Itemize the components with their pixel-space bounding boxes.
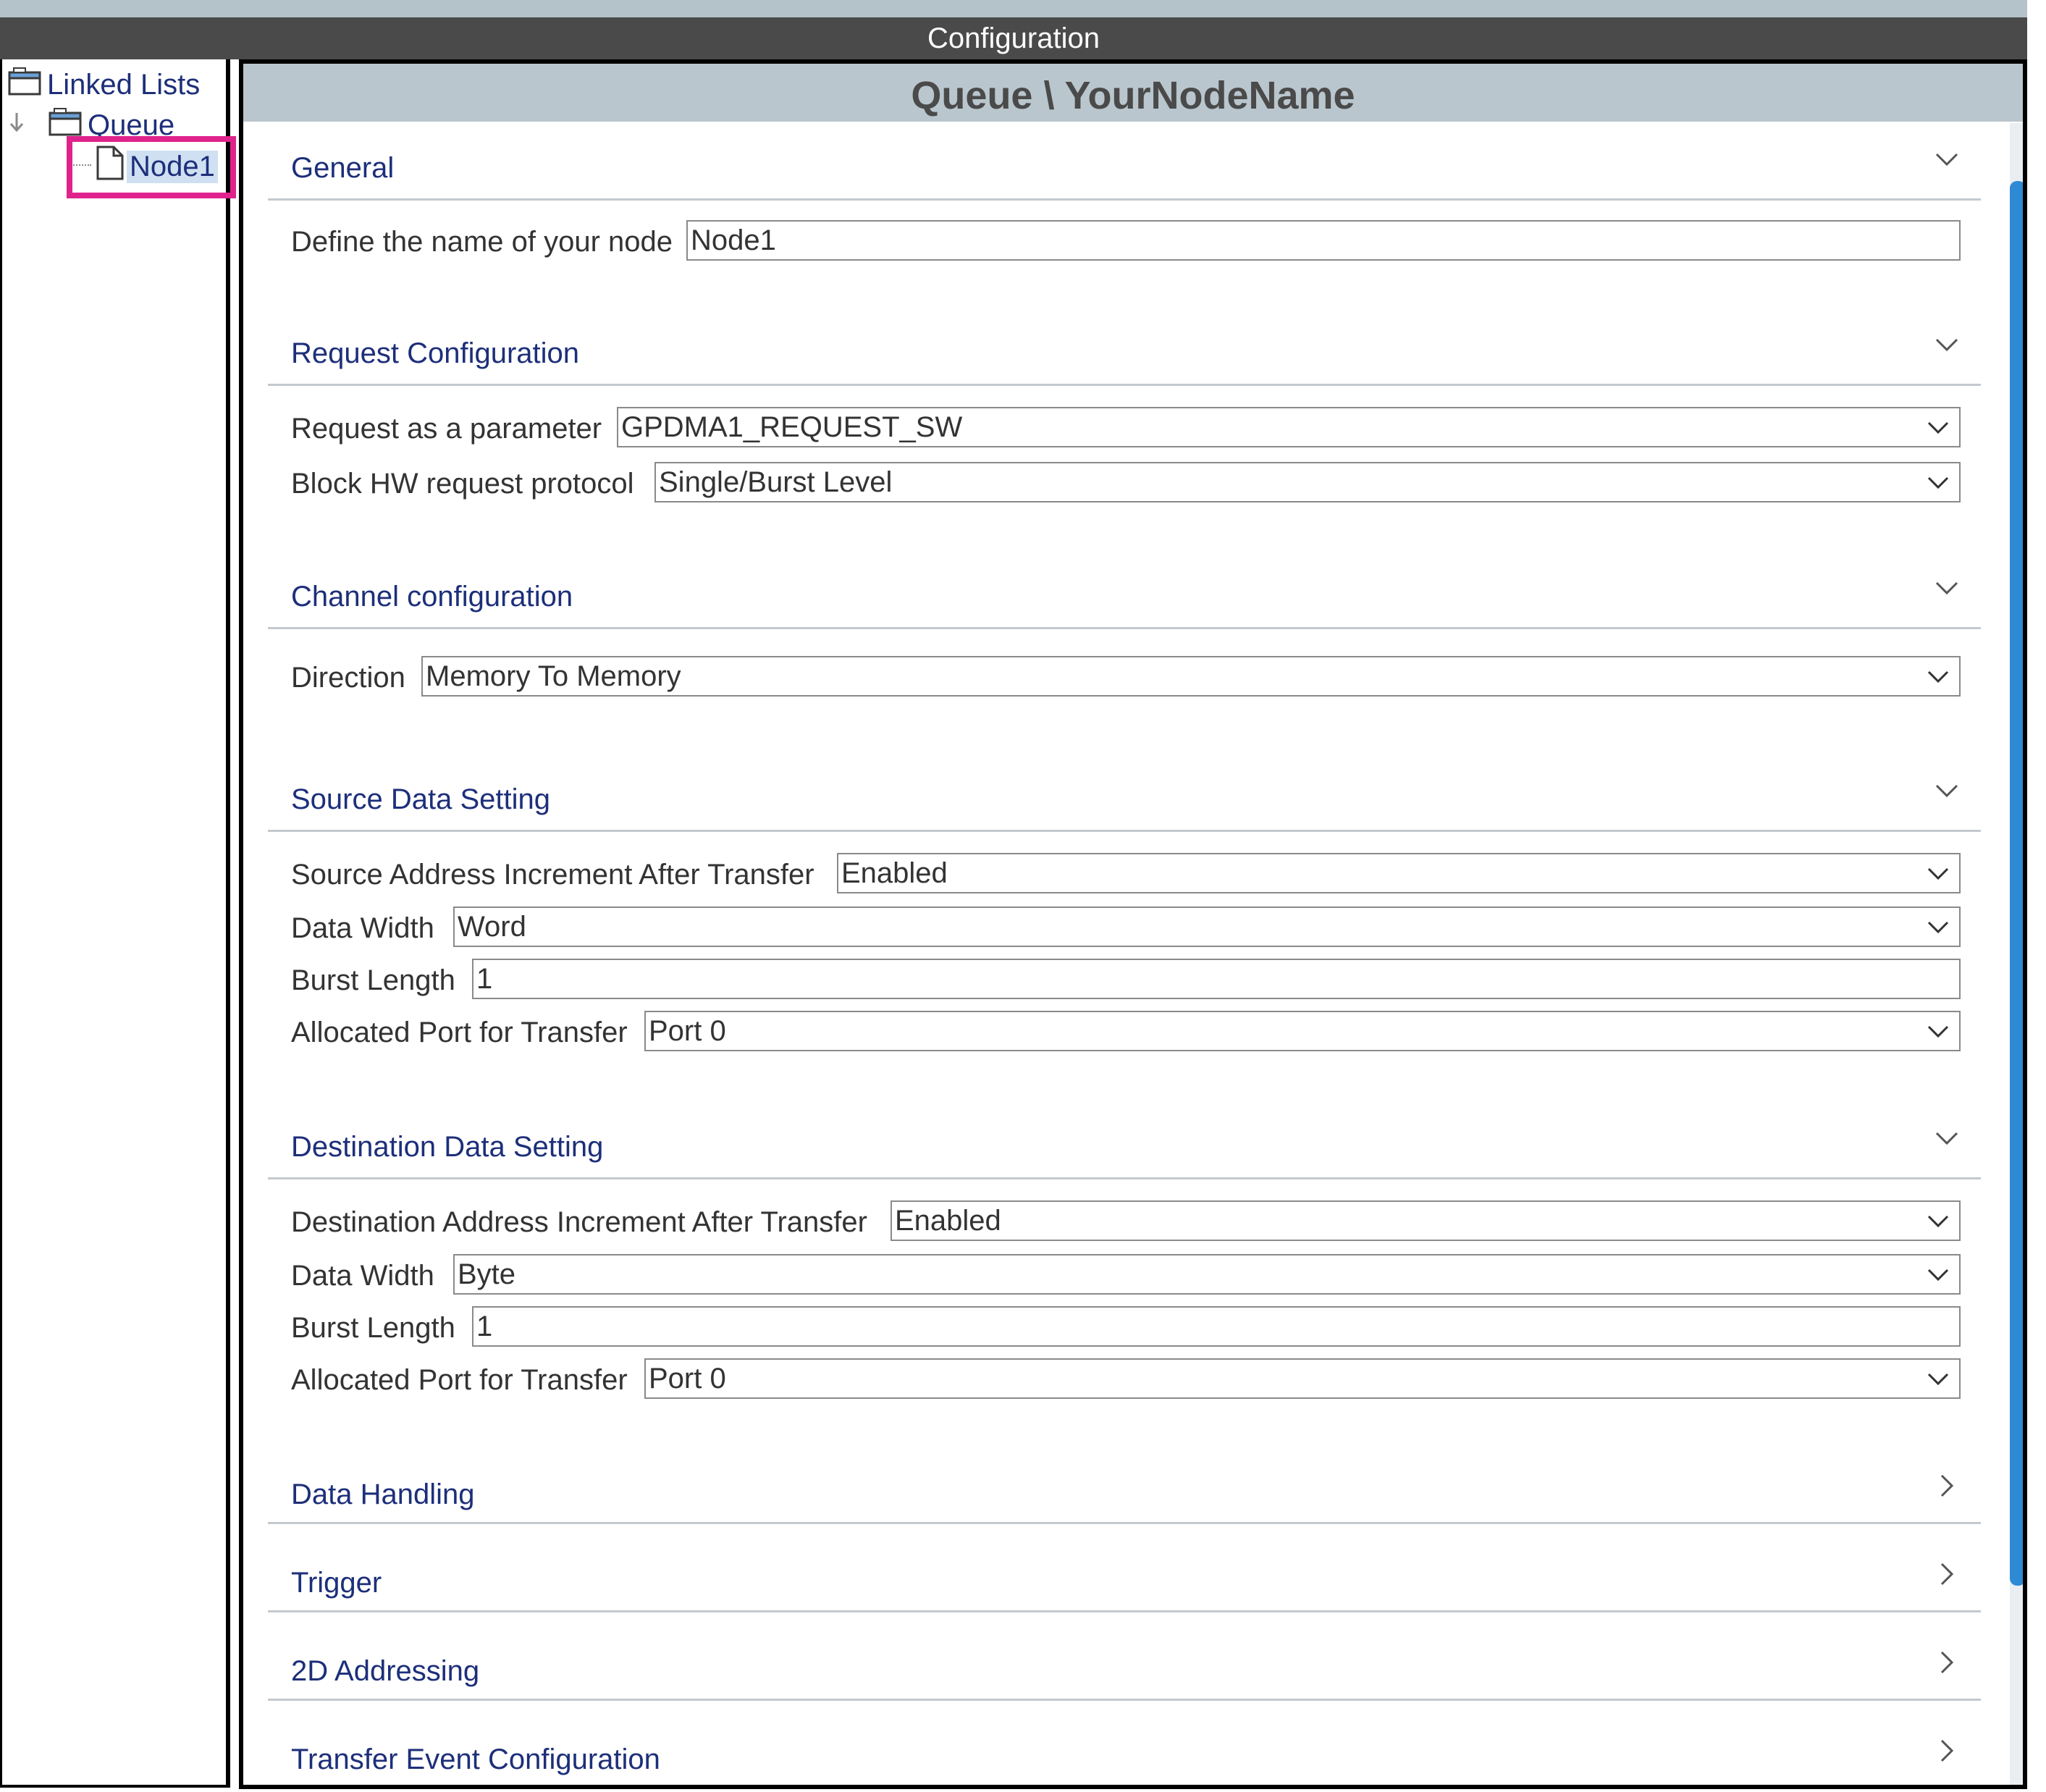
source-data-width-value: Word	[458, 911, 526, 943]
destination-data-width-label: Data Width	[291, 1260, 434, 1292]
destination-burst-length-label: Burst Length	[291, 1312, 455, 1344]
chevron-down-icon[interactable]	[1935, 1125, 1959, 1158]
destination-port-select[interactable]: Port 0	[644, 1358, 1961, 1399]
chevron-down-icon[interactable]	[1935, 778, 1959, 810]
direction-select[interactable]: Memory To Memory	[421, 656, 1961, 697]
hw-request-protocol-select[interactable]: Single/Burst Level	[654, 462, 1961, 502]
request-parameter-value: GPDMA1_REQUEST_SW	[621, 411, 963, 443]
section-source-data-setting[interactable]: Source Data Setting	[291, 783, 1739, 816]
destination-increment-label: Destination Address Increment After Tran…	[291, 1206, 867, 1238]
section-request-configuration[interactable]: Request Configuration	[291, 337, 1739, 370]
section-data-handling[interactable]: Data Handling	[291, 1478, 1739, 1511]
section-divider	[268, 1699, 1981, 1701]
chevron-down-icon	[1926, 657, 1950, 706]
section-divider	[268, 384, 1981, 386]
tree-expanded-arrow-icon[interactable]	[9, 112, 31, 140]
source-increment-select[interactable]: Enabled	[837, 853, 1961, 893]
destination-burst-length-field[interactable]: 1	[472, 1306, 1961, 1347]
folder-icon	[7, 65, 44, 104]
panel-header: Queue \ YourNodeName	[243, 64, 2023, 122]
selection-highlight	[67, 136, 236, 198]
section-divider	[268, 1610, 1981, 1612]
source-port-label: Allocated Port for Transfer	[291, 1017, 628, 1048]
source-data-width-label: Data Width	[291, 912, 434, 944]
destination-data-width-select[interactable]: Byte	[453, 1254, 1961, 1295]
section-trigger[interactable]: Trigger	[291, 1567, 1739, 1599]
node-name-label: Define the name of your node	[291, 226, 673, 258]
destination-port-value: Port 0	[649, 1363, 726, 1395]
chevron-right-icon[interactable]	[1935, 1561, 1959, 1594]
direction-value: Memory To Memory	[426, 660, 681, 692]
chevron-down-icon[interactable]	[1935, 575, 1959, 607]
destination-increment-select[interactable]: Enabled	[891, 1200, 1961, 1241]
chevron-down-icon	[1926, 1360, 1950, 1408]
chevron-down-icon	[1926, 854, 1950, 903]
section-divider	[268, 627, 1981, 629]
source-data-width-select[interactable]: Word	[453, 906, 1961, 947]
top-strip	[0, 0, 2027, 17]
section-general[interactable]: General	[291, 152, 1739, 185]
source-increment-label: Source Address Increment After Transfer	[291, 859, 814, 891]
chevron-right-icon[interactable]	[1935, 1473, 1959, 1505]
source-burst-length-field[interactable]: 1	[472, 959, 1961, 999]
chevron-right-icon[interactable]	[1935, 1738, 1959, 1770]
configuration-panel: Queue \ YourNodeName General Define the …	[239, 59, 2027, 1789]
tree-label-linked-lists: Linked Lists	[47, 68, 201, 101]
tree-item-linked-lists[interactable]: Linked Lists	[7, 65, 203, 104]
chevron-down-icon	[1926, 1202, 1950, 1250]
source-increment-value: Enabled	[841, 857, 948, 889]
direction-label: Direction	[291, 662, 405, 694]
hw-request-protocol-label: Block HW request protocol	[291, 468, 634, 500]
destination-data-width-value: Byte	[458, 1258, 516, 1290]
node-name-field[interactable]: Node1	[686, 220, 1961, 261]
section-divider	[268, 198, 1981, 201]
source-port-value: Port 0	[649, 1015, 726, 1047]
linked-list-tree: Linked Lists Queue Node1	[0, 59, 230, 1788]
chevron-right-icon[interactable]	[1935, 1649, 1959, 1682]
chevron-down-icon	[1926, 908, 1950, 956]
destination-increment-value: Enabled	[895, 1205, 1001, 1237]
source-burst-length-label: Burst Length	[291, 964, 455, 996]
right-margin	[2027, 0, 2046, 1792]
destination-port-label: Allocated Port for Transfer	[291, 1364, 628, 1396]
section-divider	[268, 1177, 1981, 1179]
section-transfer-event-configuration[interactable]: Transfer Event Configuration	[291, 1743, 1739, 1776]
request-parameter-label: Request as a parameter	[291, 413, 602, 445]
chevron-down-icon	[1926, 1012, 1950, 1061]
scrollbar-thumb[interactable]	[2010, 181, 2023, 1586]
section-destination-data-setting[interactable]: Destination Data Setting	[291, 1131, 1739, 1164]
section-divider	[268, 830, 1981, 832]
section-divider	[268, 1522, 1981, 1524]
window-title: Configuration	[0, 17, 2027, 59]
source-port-select[interactable]: Port 0	[644, 1011, 1961, 1051]
chevron-down-icon	[1926, 1255, 1950, 1304]
section-2d-addressing[interactable]: 2D Addressing	[291, 1655, 1739, 1688]
chevron-down-icon[interactable]	[1935, 332, 1959, 364]
chevron-down-icon	[1926, 463, 1950, 512]
request-parameter-select[interactable]: GPDMA1_REQUEST_SW	[617, 407, 1961, 447]
section-channel-configuration[interactable]: Channel configuration	[291, 581, 1739, 613]
vertical-scrollbar[interactable]	[2010, 123, 2023, 1785]
chevron-down-icon	[1926, 408, 1950, 457]
chevron-down-icon[interactable]	[1935, 146, 1959, 179]
hw-request-protocol-value: Single/Burst Level	[659, 466, 893, 498]
